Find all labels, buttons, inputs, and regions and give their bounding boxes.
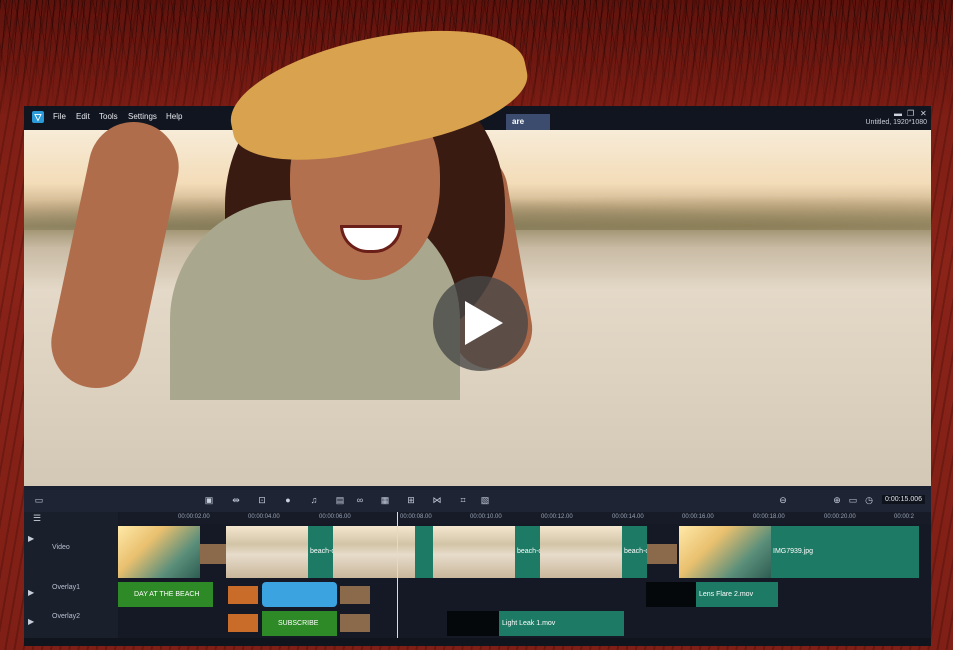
storyboard-view-icon[interactable]: ▭ [34, 495, 44, 505]
clip-img7939[interactable]: IMG7939.jpg [771, 526, 919, 578]
ruler-tick: 00:00:18.00 [753, 514, 785, 520]
ruler-tick: 00:00:06.00 [319, 514, 351, 520]
clip-beach-4[interactable]: beach-c [622, 526, 647, 578]
close-icon[interactable]: ✕ [920, 109, 927, 118]
ruler-tick: 00:00:10.00 [470, 514, 502, 520]
horizontal-scrollbar[interactable] [24, 638, 931, 646]
clock-icon: ◷ [865, 495, 873, 505]
zoom-in-icon[interactable]: ⊕ [832, 495, 842, 505]
zoom-out-icon[interactable]: ⊖ [778, 495, 788, 505]
timeline-ruler[interactable]: 00:00:02.00 00:00:04.00 00:00:06.00 00:0… [118, 512, 931, 524]
crop-icon[interactable]: ⌗ [458, 495, 468, 505]
track-header-video: ▶ Video [24, 524, 118, 581]
lane-overlay1[interactable]: DAY AT THE BEACH Lens Flare 2.mov [118, 580, 931, 610]
fit-project-icon[interactable]: ▭ [848, 495, 858, 505]
clip-woman-2[interactable] [333, 526, 415, 578]
ruler-tick: 00:00:16.00 [682, 514, 714, 520]
ruler-tick: 00:00:12.00 [541, 514, 573, 520]
audio-mix-icon[interactable]: ♫ [309, 495, 319, 505]
transition-1[interactable] [200, 544, 226, 564]
ruler-tick: 00:00:14.00 [612, 514, 644, 520]
clip-woman-3[interactable] [433, 526, 515, 578]
overlay-effect-2[interactable] [340, 586, 370, 604]
clip-label: beach-c [517, 548, 540, 555]
menu-edit[interactable]: Edit [76, 112, 90, 121]
playhead[interactable] [397, 512, 398, 646]
clip-label: beach-c [624, 548, 647, 555]
clip-light-leak[interactable]: Light Leak 1.mov [499, 611, 624, 636]
mask-icon[interactable]: ▧ [480, 495, 490, 505]
ruler-tick: 00:00:20.00 [824, 514, 856, 520]
clip-label: Light Leak 1.mov [502, 620, 556, 627]
transition-2[interactable] [647, 544, 677, 564]
clip-title-day-at-the-beach[interactable]: DAY AT THE BEACH [118, 582, 213, 607]
tab-share[interactable]: are [506, 114, 550, 130]
clip-palm-1[interactable] [118, 526, 200, 578]
menu-help[interactable]: Help [166, 112, 182, 121]
motion-icon[interactable]: ▤ [335, 495, 345, 505]
timeline-toolbar: ▭ ▣ ⇹ ⊡ ● ♫ ▤ ∞ ▦ ⊞ ⋈ ⌗ ▧ ⊖ ⊕ ▭ ◷ 0:00:1… [24, 490, 931, 512]
app-logo-icon: ▽ [32, 111, 44, 123]
clip-woman-4[interactable] [540, 526, 622, 578]
restore-icon[interactable]: ❐ [907, 109, 914, 118]
clip-label: beach-c [310, 548, 333, 555]
clip-title-text: SUBSCRIBE [278, 620, 319, 627]
ruler-tick: 00:00:2 [894, 514, 915, 520]
menu-tools[interactable]: Tools [99, 112, 118, 121]
clip-label: Lens Flare 2.mov [699, 591, 754, 598]
overlay-track-icon: ▶ [28, 617, 35, 626]
split-icon[interactable]: ⇹ [231, 495, 241, 505]
video-track-icon: ▶ [28, 534, 35, 543]
clip-lens-flare-thumb[interactable] [646, 582, 696, 607]
track-name-overlay2: Overlay2 [52, 613, 81, 620]
clip-woman-1[interactable] [226, 526, 308, 578]
track-header-overlay2: ▶ Overlay2 [24, 609, 118, 639]
link-icon[interactable]: ∞ [355, 495, 365, 505]
overlay-effect-3[interactable] [228, 614, 258, 632]
clip-light-leak-thumb[interactable] [447, 611, 499, 636]
clip-beach-1[interactable]: beach-c [308, 526, 333, 578]
track-name-video: Video [52, 544, 70, 551]
overlay-effect-1[interactable] [228, 586, 258, 604]
project-info: Untitled, 1920*1080 [865, 119, 928, 126]
play-icon [465, 301, 503, 345]
clip-beach-2[interactable] [415, 526, 433, 578]
overlay-track-icon: ▶ [28, 588, 35, 597]
menu-file[interactable]: File [53, 112, 66, 121]
clip-subscribe[interactable]: SUBSCRIBE [262, 611, 337, 636]
clip-title-text: DAY AT THE BEACH [134, 591, 200, 598]
clip-blue-overlay[interactable] [262, 582, 337, 607]
ruler-tick: 00:00:08.00 [400, 514, 432, 520]
multicam-icon[interactable]: ⊞ [406, 495, 416, 505]
track-manager-icon[interactable]: ☰ [32, 513, 42, 523]
clip-beach-3[interactable]: beach-c [515, 526, 540, 578]
menu-settings[interactable]: Settings [128, 112, 157, 121]
lane-overlay2[interactable]: SUBSCRIBE Light Leak 1.mov [118, 609, 931, 639]
clip-label: IMG7939.jpg [773, 548, 814, 555]
clip-lens-flare[interactable]: Lens Flare 2.mov [696, 582, 778, 607]
effects-icon[interactable]: ⋈ [432, 495, 442, 505]
timecode[interactable]: 0:00:15.006 [882, 495, 925, 504]
overlay-effect-4[interactable] [340, 614, 370, 632]
clip-palm-2[interactable] [679, 526, 771, 578]
track-header-overlay1: ▶ Overlay1 [24, 580, 118, 610]
ruler-tick: 00:00:02.00 [178, 514, 210, 520]
minimize-icon[interactable]: ▬ [894, 109, 902, 118]
fit-icon[interactable]: ▣ [204, 495, 214, 505]
lane-video[interactable]: beach-c beach-c beach-c IMG7939.jpg [118, 524, 931, 581]
subtitle-icon[interactable]: ▦ [380, 495, 390, 505]
ruler-tick: 00:00:04.00 [248, 514, 280, 520]
track-name-overlay1: Overlay1 [52, 584, 81, 591]
record-icon[interactable]: ● [283, 495, 293, 505]
trim-icon[interactable]: ⊡ [257, 495, 267, 505]
